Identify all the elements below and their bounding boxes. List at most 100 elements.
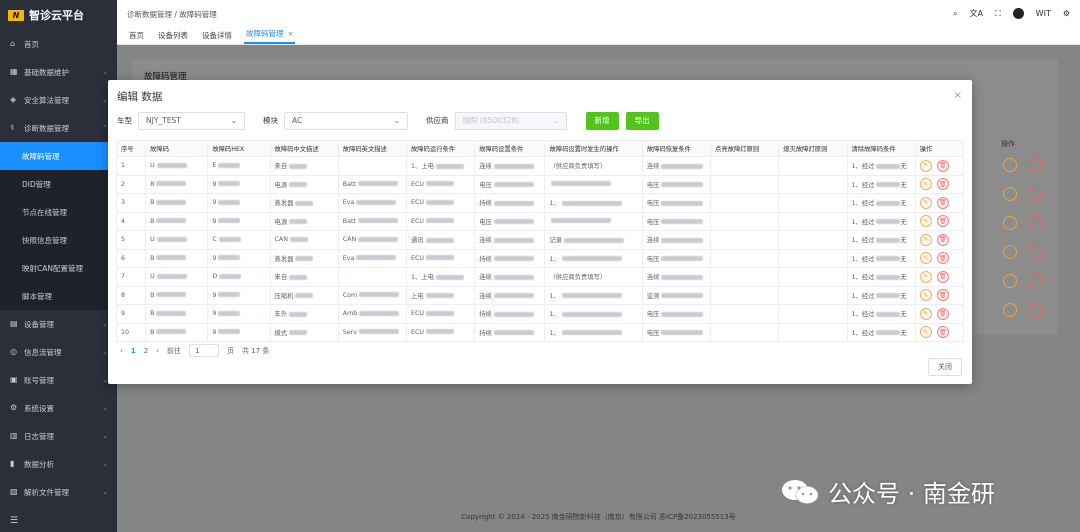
prev-page-icon[interactable]: ‹ [120,347,123,355]
sidebar-item[interactable]: ◈ 安全算法管理 ⌄ [0,86,117,114]
redacted-text [156,255,187,261]
redacted-text [493,182,534,188]
edit-icon[interactable]: ✎ [919,215,932,228]
delete-icon[interactable]: 🗑 [936,270,949,283]
delete-icon[interactable]: 🗑 [936,215,949,228]
delete-icon[interactable]: 🗑 [936,159,949,172]
sidebar-item[interactable]: ▮ 数据分析 ⌄ [0,450,117,478]
redacted-text [425,199,454,205]
edit-icon[interactable]: ✎ [919,252,932,265]
close-icon[interactable]: × [954,90,962,101]
cell-text: 上电 [411,292,424,300]
sidebar-item[interactable]: ▤ 设备管理 ⌄ [0,310,117,338]
cell-text: 模式 [274,329,288,337]
sidebar-item[interactable]: ▧ 解析文件管理 ⌄ [0,478,117,506]
table-row[interactable]: 5 U C CAN CAN 通讯 连续 记录 连续 1、经过无 ✎ 🗑 [115,230,965,250]
sidebar-item[interactable]: DID管理 [0,170,117,198]
edit-icon[interactable]: ✎ [919,326,932,339]
cell-actions: ✎ 🗑 [914,285,965,305]
sidebar-item[interactable]: ▥ 日志管理 ⌄ [0,422,117,450]
cell-text-tail: 无 [900,274,907,282]
table-row[interactable]: 3 B 9 蒸发器 Eva ECU 持续 1、 电压 1、经过无 ✎ 🗑 [115,193,965,213]
delete-icon[interactable]: 🗑 [936,307,949,320]
redacted-text [289,182,308,188]
cell-actions: ✎ 🗑 [914,248,965,268]
sidebar: N 智诊云平台 ⌂ 首页 ▦ 基础数据维护 ⌄ ◈ 安全算法管理 ⌄ ⚕ 诊断数据管理 ⌃ 故障码管理… [0,0,117,532]
tab[interactable]: 故障码管理 × [244,28,296,44]
fullscreen-icon[interactable]: ⛶ [995,9,1001,19]
delete-icon[interactable]: 🗑 [936,233,949,246]
gear-icon[interactable]: ⚙ [1063,9,1070,18]
add-button[interactable]: 新增 [585,111,619,130]
sidebar-item[interactable]: ▣ 账号管理 ⌄ [0,366,117,394]
sidebar-item[interactable]: 节点在线管理 [0,198,117,226]
table-row[interactable]: 8 B 9 压缩机 Com 上电 连续 1、 监测 1、经过无 ✎ 🗑 [115,285,965,305]
sidebar-item[interactable]: ▦ 基础数据维护 ⌄ [0,58,117,86]
cell-light [710,193,780,213]
page-2[interactable]: 2 [144,347,148,355]
cell-rec: 连续 [641,267,712,287]
sidebar-item[interactable]: 故障码管理 [0,142,117,170]
cell-actions: ✎ 🗑 [914,304,965,324]
user-name[interactable]: WIT [1036,9,1051,18]
tab[interactable]: 设备列表 [156,30,190,44]
sidebar-item-label: 映射CAN配置管理 [22,263,83,273]
avatar[interactable] [1012,8,1024,19]
edit-icon[interactable]: ✎ [919,270,932,283]
sidebar-item[interactable]: 脚本管理 [0,282,117,310]
car-select[interactable]: NJY_TEST ⌄ [138,111,245,130]
redacted-text [289,330,308,336]
gear-icon: ⚙ [10,403,18,412]
table-row[interactable]: 1 U E 来自 1、上电 连续 （供应商负责填写） 连续 1、经过无 ✎ 🗑 [115,156,965,176]
edit-icon[interactable]: ✎ [919,159,932,172]
edit-icon[interactable]: ✎ [919,307,932,320]
edit-icon[interactable]: ✎ [919,178,932,191]
page-jump-input[interactable]: 1 [188,344,219,357]
sidebar-item[interactable]: ⚕ 诊断数据管理 ⌃ [0,114,117,142]
cell-text: B [150,310,155,318]
tab[interactable]: 首页 [127,30,146,44]
delete-icon[interactable]: 🗑 [936,289,949,302]
cell-text: 电压 [479,181,492,189]
delete-icon[interactable]: 🗑 [936,178,949,191]
sidebar-item[interactable]: ◎ 信息流管理 ⌄ [0,338,117,366]
delete-icon [1029,274,1043,288]
sidebar-item[interactable]: 映射CAN配置管理 [0,254,117,282]
collapse-sidebar-icon[interactable]: ☰ [10,516,18,526]
cell-hex: E [207,156,271,176]
edit-icon[interactable]: ✎ [919,289,932,302]
redacted-text [359,292,400,298]
edit-icon[interactable]: ✎ [919,233,932,246]
delete-icon[interactable]: 🗑 [936,196,949,209]
module-select[interactable]: AC ⌄ [284,111,408,130]
table-row[interactable]: 9 B 9 车外 Amb ECU 持续 1、 电压 1、经过无 ✎ 🗑 [115,304,965,324]
export-button[interactable]: 导出 [625,111,659,130]
page-1[interactable]: 1 [131,347,136,355]
table-row[interactable]: 2 B 9 电源 Batt ECU 电压 电压 1、经过无 ✎ 🗑 [115,174,965,194]
redacted-text [295,293,314,299]
redacted-text [218,181,241,187]
delete-icon[interactable]: 🗑 [936,252,949,265]
tab-close-icon[interactable]: × [288,30,294,38]
search-icon[interactable]: ⌕ [953,9,957,19]
sidebar-item[interactable]: ⚙ 系统设置 ⌄ [0,394,117,422]
table-row[interactable]: 10 B 9 模式 Serv ECU 持续 1、 电压 1、经过无 ✎ 🗑 [115,322,965,342]
app-logo[interactable]: N 智诊云平台 [0,0,117,30]
tab[interactable]: 设备详情 [200,30,234,44]
cell-text: 6 [121,254,126,262]
cell-text: 1、经过 [851,200,875,208]
supplier-select[interactable]: 瑞阳 (8500328) ⌄ [454,111,567,130]
cell-text: B [150,217,155,225]
delete-icon[interactable]: 🗑 [936,326,949,339]
table-row[interactable]: 4 B 9 电源 Batt ECU 电压 电压 1、经过无 ✎ 🗑 [115,211,965,231]
table-row[interactable]: 6 B 9 蒸发器 Eva ECU 持续 1、 电压 1、经过无 ✎ 🗑 [115,248,965,268]
redacted-text [358,236,399,242]
cell-text: Serv [342,328,357,336]
table-row[interactable]: 7 U D 来自 1、上电 连续 （供应商负责填写） 连续 1、经过无 ✎ 🗑 [115,267,965,287]
sidebar-item[interactable]: 快照信息管理 [0,226,117,254]
next-page-icon[interactable]: › [156,347,159,355]
sidebar-item[interactable]: ⌂ 首页 [0,30,117,58]
edit-icon[interactable]: ✎ [919,196,932,209]
translate-icon[interactable]: 文A [970,8,983,19]
close-button[interactable]: 关闭 [928,358,962,376]
